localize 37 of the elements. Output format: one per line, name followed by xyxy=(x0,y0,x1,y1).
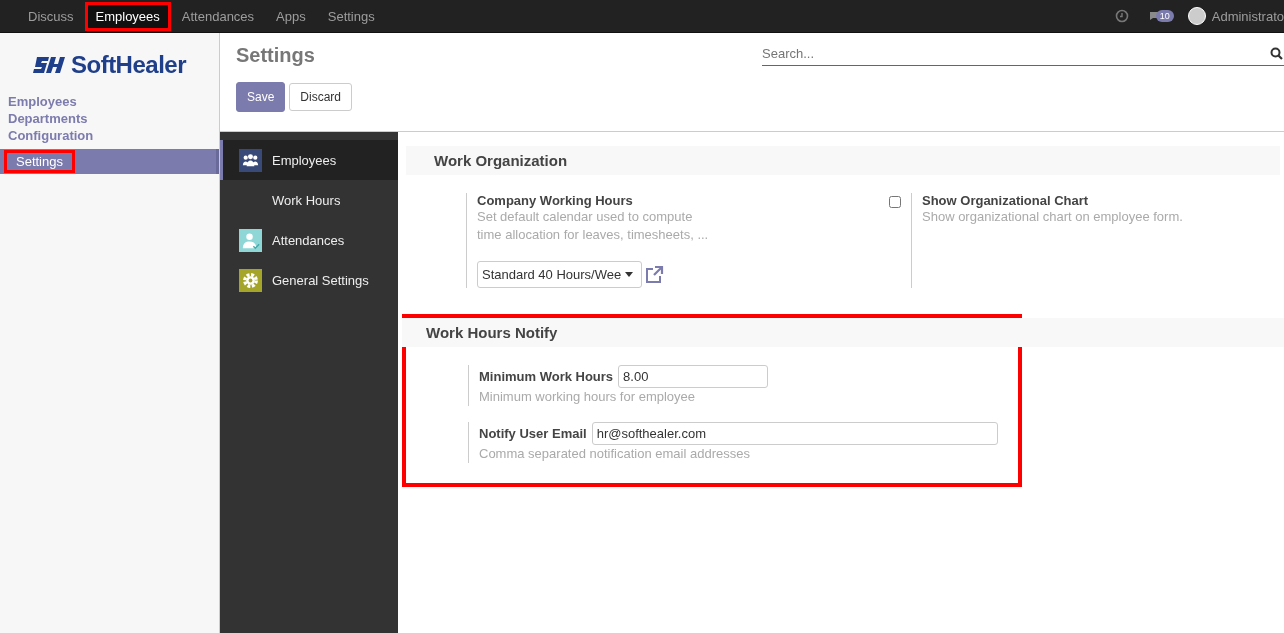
section-header: Work Organization xyxy=(406,146,1280,175)
sidebar-item-label: Employees xyxy=(8,94,77,109)
setting-label: Company Working Hours xyxy=(477,193,634,208)
settings-nav-item[interactable]: Work Hours xyxy=(220,180,398,220)
setting-label: Notify User Email xyxy=(479,426,587,441)
search-field[interactable]: Search... xyxy=(762,45,1270,61)
sidebar-item[interactable]: Employees xyxy=(0,93,219,110)
settings-nav-item[interactable]: General Settings xyxy=(220,260,398,300)
input-field[interactable]: 8.00 xyxy=(618,365,769,388)
message-count-badge: 10 xyxy=(1155,10,1174,22)
setting-description: Minimum working hours for employee xyxy=(479,388,697,406)
select-dropdown[interactable]: Standard 40 Hours/Wee xyxy=(477,261,642,288)
top-menu-item[interactable]: Attendances xyxy=(170,1,266,31)
setting-description: Set default calendar used to compute time allocation for leaves, timesheets, ... xyxy=(477,208,710,244)
save-button[interactable]: Save xyxy=(236,82,286,112)
setting-label: Show Organizational Chart xyxy=(922,193,1090,208)
discard-button[interactable]: Discard xyxy=(289,83,353,111)
section-header: Work Hours Notify xyxy=(402,318,1284,347)
page-title: Settings xyxy=(236,44,315,67)
sidebar-item-label: Settings xyxy=(4,150,75,173)
input-field[interactable]: hr@softhealer.com xyxy=(591,422,998,445)
setting-label: Minimum Work Hours xyxy=(479,369,614,384)
sidebar-item-label: Departments xyxy=(8,111,88,126)
setting-description: Show organizational chart on employee form. xyxy=(922,208,1183,226)
top-menu-item[interactable]: Discuss xyxy=(17,1,85,31)
sidebar-item[interactable]: Departments xyxy=(0,110,219,127)
top-menu-item[interactable]: Apps xyxy=(265,1,317,31)
top-menu-item[interactable]: Settings xyxy=(316,1,386,31)
settings-nav-item[interactable]: Employees xyxy=(220,140,398,180)
top-menu-item[interactable]: Employees xyxy=(84,1,171,31)
sidebar-item-label: Configuration xyxy=(8,128,94,143)
logo-text: SoftHealer xyxy=(70,51,186,79)
setting-description: Comma separated notification email addresses xyxy=(479,445,751,463)
settings-nav-item[interactable]: Attendances xyxy=(220,220,398,260)
user-name[interactable]: Administrato xyxy=(1211,8,1284,24)
sidebar-item[interactable]: Configuration xyxy=(0,127,219,144)
sidebar-item[interactable]: Settings xyxy=(0,149,219,174)
